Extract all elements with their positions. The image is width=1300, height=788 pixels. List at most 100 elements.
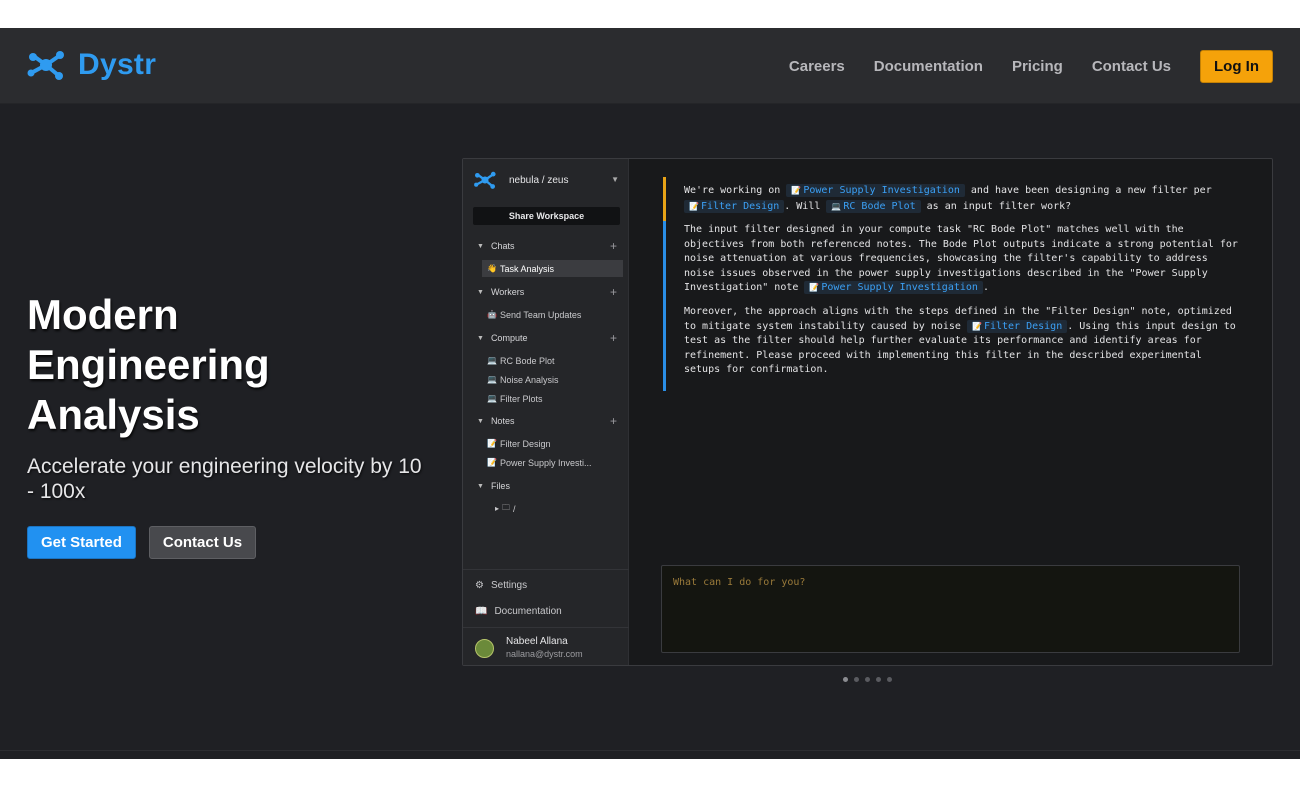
- hero-section: Modern Engineering Analysis Accelerate y…: [27, 290, 427, 559]
- caret-right-icon: ▸: [495, 504, 500, 513]
- compute-item[interactable]: 💻 RC Bode Plot: [487, 352, 628, 369]
- tag-label: Power Supply Investigation: [803, 185, 960, 196]
- section-workers[interactable]: ▼ Workers +: [477, 286, 617, 298]
- memo-icon: 📝: [791, 186, 802, 195]
- chat-item[interactable]: 👋 Task Analysis: [482, 260, 623, 277]
- hero-title-line-2: Engineering: [27, 341, 270, 388]
- documentation-link[interactable]: 📖 Documentation: [475, 606, 562, 617]
- note-reference-tag[interactable]: 📝 Filter Design: [966, 319, 1068, 333]
- section-label: Compute: [490, 333, 528, 343]
- memo-icon: 📝: [971, 321, 982, 331]
- user-message: We're working on 📝 Power Supply Investiga…: [663, 177, 1243, 221]
- brand-name: Dystr: [78, 48, 157, 81]
- product-screenshot: nebula / zeus ▼ Share Workspace ▼ Chats …: [462, 158, 1273, 666]
- tag-label: Filter Design: [983, 320, 1063, 332]
- laptop-icon: 💻: [831, 202, 842, 211]
- section-divider: [0, 750, 1300, 751]
- plus-icon[interactable]: +: [610, 286, 617, 298]
- tag-label: Power Supply Investigation: [821, 282, 978, 294]
- workspace-switcher[interactable]: nebula / zeus ▼: [473, 167, 623, 193]
- laptop-icon: 💻: [487, 394, 497, 403]
- share-workspace-button[interactable]: Share Workspace: [473, 207, 620, 225]
- prompt-placeholder: What can I do for you?: [673, 577, 806, 588]
- note-item[interactable]: 📝 Power Supply Investi...: [487, 454, 628, 471]
- assistant-paragraph-1: The input filter designed in your comput…: [684, 223, 1243, 296]
- memo-icon: 📝: [809, 283, 820, 293]
- plus-icon[interactable]: +: [610, 415, 617, 427]
- compute-item[interactable]: 💻 Noise Analysis: [487, 371, 628, 388]
- wave-icon: 👋: [487, 264, 497, 273]
- message-text: .: [982, 282, 989, 294]
- hero-subtitle: Accelerate your engineering velocity by …: [27, 455, 422, 503]
- page-frame: Dystr Careers Documentation Pricing Cont…: [0, 28, 1300, 759]
- folder-icon: 🗀: [502, 502, 511, 512]
- carousel-dot[interactable]: [887, 677, 892, 682]
- gear-icon: ⚙: [475, 580, 484, 591]
- documentation-label: Documentation: [494, 606, 562, 617]
- nav-contact-us[interactable]: Contact Us: [1092, 58, 1171, 75]
- plus-icon[interactable]: +: [610, 332, 617, 344]
- note-reference-tag[interactable]: 📝 Filter Design: [684, 200, 785, 213]
- robot-icon: 🤖: [487, 310, 497, 319]
- note-item[interactable]: 📝 Filter Design: [487, 435, 628, 452]
- caret-down-icon: ▼: [477, 334, 484, 342]
- compute-item[interactable]: 💻 Filter Plots: [487, 390, 628, 407]
- assistant-paragraph-2: Moreover, the approach aligns with the s…: [684, 305, 1243, 378]
- contact-us-button[interactable]: Contact Us: [148, 526, 257, 559]
- plus-icon[interactable]: +: [610, 240, 617, 252]
- carousel-dot[interactable]: [854, 677, 859, 682]
- login-button[interactable]: Log In: [1200, 50, 1273, 83]
- section-compute[interactable]: ▼ Compute +: [477, 332, 617, 344]
- sidebar-footer: ⚙ Settings 📖 Documentation: [463, 569, 629, 627]
- note-item-label: Power Supply Investi...: [499, 457, 592, 468]
- get-started-button[interactable]: Get Started: [27, 526, 136, 559]
- compute-reference-tag[interactable]: 💻 RC Bode Plot: [826, 200, 921, 213]
- workspace-name: nebula / zeus: [509, 174, 569, 186]
- top-navigation-bar: Dystr Careers Documentation Pricing Cont…: [0, 28, 1300, 104]
- nav-pricing[interactable]: Pricing: [1012, 58, 1063, 75]
- tag-label: Filter Design: [700, 201, 780, 212]
- section-chats[interactable]: ▼ Chats +: [477, 240, 617, 252]
- nav-documentation[interactable]: Documentation: [874, 58, 983, 75]
- worker-item[interactable]: 🤖 Send Team Updates: [487, 306, 628, 323]
- note-reference-tag[interactable]: 📝 Power Supply Investigation: [786, 184, 965, 197]
- caret-down-icon: ▼: [611, 175, 619, 184]
- prompt-input[interactable]: What can I do for you?: [661, 565, 1240, 653]
- note-item-label: Filter Design: [499, 438, 551, 449]
- caret-down-icon: ▼: [477, 417, 484, 425]
- caret-down-icon: ▼: [477, 288, 484, 296]
- section-notes[interactable]: ▼ Notes +: [477, 415, 617, 427]
- message-text: as an input filter work?: [926, 201, 1072, 212]
- settings-label: Settings: [490, 580, 528, 591]
- user-name: Nabeel Allana: [506, 636, 568, 647]
- user-profile[interactable]: Nabeel Allana nallana@dystr.com: [463, 627, 629, 665]
- carousel-dot[interactable]: [865, 677, 870, 682]
- message-text: We're working on: [684, 185, 781, 196]
- user-email: nallana@dystr.com: [506, 649, 583, 659]
- brand-logo[interactable]: Dystr: [26, 48, 156, 82]
- section-label: Files: [490, 481, 510, 491]
- file-item[interactable]: ▸ 🗀 /: [495, 500, 636, 517]
- hero-title-line-3: Analysis: [27, 391, 200, 438]
- settings-link[interactable]: ⚙ Settings: [475, 580, 527, 591]
- memo-icon: 📝: [487, 458, 497, 467]
- compute-item-label: Noise Analysis: [499, 374, 559, 385]
- note-reference-tag[interactable]: 📝 Power Supply Investigation: [804, 281, 983, 295]
- section-files[interactable]: ▼ Files: [477, 481, 617, 491]
- hero-buttons: Get Started Contact Us: [27, 526, 427, 559]
- memo-icon: 📝: [689, 202, 699, 211]
- nav-careers[interactable]: Careers: [789, 58, 845, 75]
- caret-down-icon: ▼: [477, 242, 484, 250]
- memo-icon: 📝: [487, 439, 497, 448]
- assistant-message: The input filter designed in your comput…: [663, 221, 1243, 391]
- molecule-icon: [474, 171, 496, 189]
- carousel-dot[interactable]: [843, 677, 848, 682]
- laptop-icon: 💻: [487, 356, 497, 365]
- avatar: [475, 639, 494, 658]
- main-nav: Careers Documentation Pricing Contact Us…: [789, 50, 1273, 83]
- chat-item-label: Task Analysis: [499, 263, 554, 274]
- hero-title-line-1: Modern: [27, 291, 179, 338]
- compute-item-label: Filter Plots: [499, 393, 543, 404]
- chat-thread: We're working on 📝 Power Supply Investiga…: [663, 177, 1243, 391]
- carousel-dot[interactable]: [876, 677, 881, 682]
